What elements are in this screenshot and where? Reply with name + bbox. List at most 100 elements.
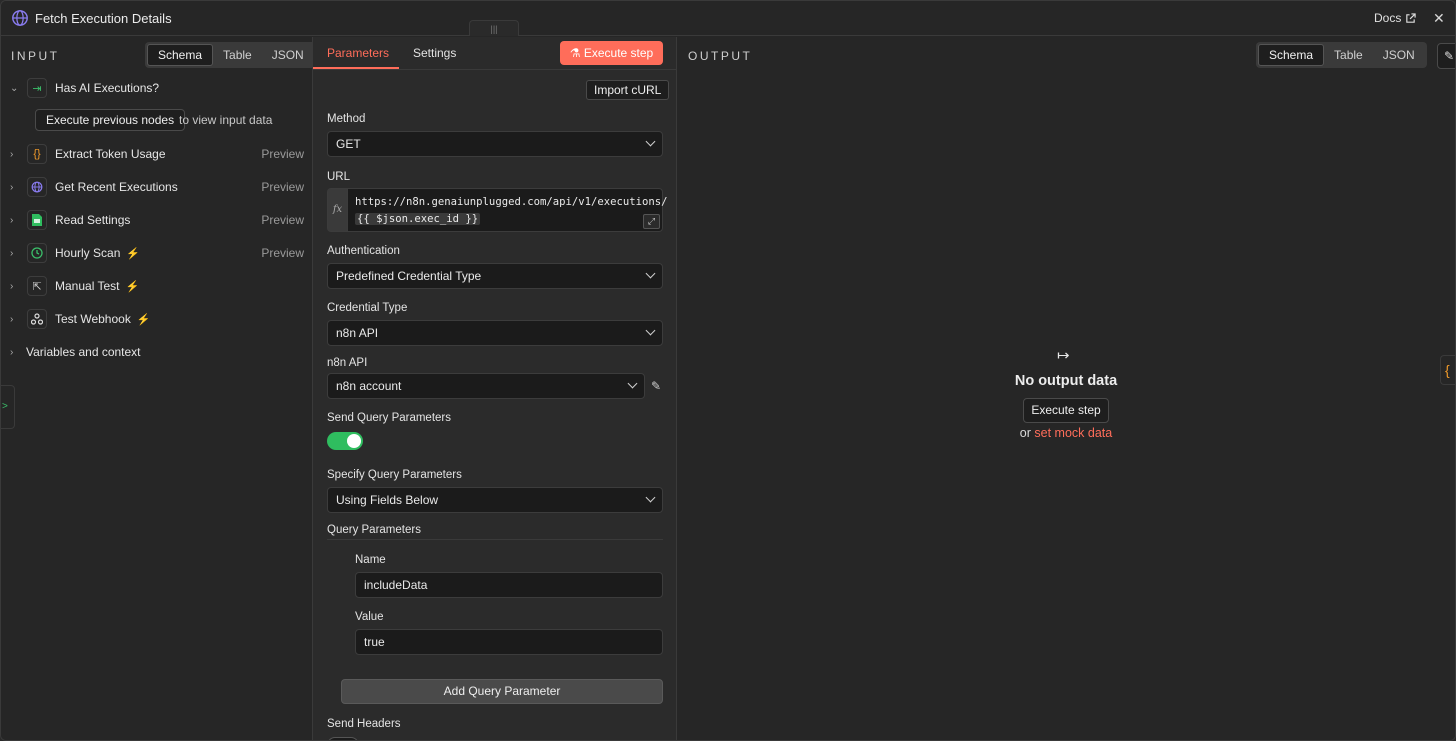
cursor-icon: ⇱: [27, 276, 47, 296]
chevron-right-icon[interactable]: ›: [10, 182, 13, 193]
query-name-label: Name: [355, 554, 386, 566]
flask-icon: ⚗: [569, 46, 581, 60]
or-label: or: [1019, 426, 1031, 440]
input-tab-table[interactable]: Table: [213, 44, 262, 66]
execute-step-label: Execute step: [583, 46, 654, 60]
specify-query-value: Using Fields Below: [336, 493, 439, 507]
chevron-down-icon: [645, 325, 656, 336]
node-name: Manual Test: [55, 279, 120, 293]
input-label: INPUT: [11, 49, 60, 63]
output-label: OUTPUT: [688, 49, 753, 63]
globe-icon: [12, 10, 28, 26]
arrow-right-to-line-icon: ↦: [1057, 347, 1070, 364]
node-label: Get Recent Executions: [55, 180, 178, 194]
output-panel: OUTPUT Schema Table JSON ✎ ↦ No output d…: [678, 37, 1455, 740]
credential-type-select[interactable]: n8n API: [327, 320, 663, 346]
chevron-down-icon: [645, 268, 656, 279]
authentication-value: Predefined Credential Type: [336, 269, 482, 283]
node-row-get-recent-executions[interactable]: › Get Recent Executions Preview: [1, 176, 312, 198]
tab-settings[interactable]: Settings: [413, 46, 456, 60]
mock-data-line: or set mock data: [678, 426, 1454, 440]
method-select[interactable]: GET: [327, 131, 663, 157]
node-label: Read Settings: [55, 213, 131, 227]
docs-link[interactable]: Docs: [1374, 11, 1417, 25]
input-tab-json[interactable]: JSON: [262, 44, 314, 66]
query-value-input[interactable]: true: [355, 629, 663, 655]
execute-previous-nodes-button[interactable]: Execute previous nodes: [35, 109, 186, 131]
code-braces-icon[interactable]: {: [1440, 355, 1455, 385]
output-tab-table[interactable]: Table: [1324, 44, 1373, 66]
n8n-api-value: n8n account: [336, 379, 402, 393]
clock-icon: [27, 243, 47, 263]
output-tab-schema[interactable]: Schema: [1258, 44, 1325, 66]
url-code: https://n8n.genaiunplugged.com/api/v1/ex…: [355, 194, 668, 228]
authentication-label: Authentication: [327, 245, 400, 257]
authentication-select[interactable]: Predefined Credential Type: [327, 263, 663, 289]
tabs-divider: [313, 69, 676, 70]
url-input[interactable]: fx https://n8n.genaiunplugged.com/api/v1…: [327, 188, 668, 232]
chevron-right-icon[interactable]: ›: [10, 314, 13, 325]
node-row-manual-test[interactable]: › ⇱ Manual Test ⚡: [1, 275, 312, 297]
input-panel: INPUT Schema Table JSON ⌄ ⇥ Has AI Execu…: [1, 37, 316, 740]
signpost-icon: ⇥: [27, 78, 47, 98]
ndv-window: Fetch Execution Details Docs ✕ ||| INPUT…: [0, 0, 1456, 741]
node-row-test-webhook[interactable]: › Test Webhook ⚡: [1, 308, 312, 330]
chevron-down-icon[interactable]: ⌄: [10, 83, 18, 94]
query-name-input[interactable]: includeData: [355, 572, 663, 598]
add-query-parameter-button[interactable]: Add Query Parameter: [341, 679, 663, 704]
expand-editor-icon[interactable]: ⤢: [643, 214, 660, 229]
n8n-api-credential-select[interactable]: n8n account: [327, 373, 645, 399]
chevron-right-icon[interactable]: ›: [10, 281, 13, 292]
edit-credential-icon[interactable]: ✎: [651, 379, 661, 393]
execute-previous-hint: to view input data: [179, 113, 273, 127]
preview-link[interactable]: Preview: [261, 147, 304, 161]
credential-type-label: Credential Type: [327, 302, 408, 314]
chevron-right-icon[interactable]: ›: [10, 215, 13, 226]
output-tab-json[interactable]: JSON: [1373, 44, 1425, 66]
preview-link[interactable]: Preview: [261, 246, 304, 260]
chevron-right-icon[interactable]: ›: [10, 149, 13, 160]
input-tab-schema[interactable]: Schema: [147, 44, 214, 66]
output-execute-step-button[interactable]: Execute step: [1023, 398, 1109, 423]
tab-parameters[interactable]: Parameters: [327, 46, 389, 60]
node-label: Manual Test ⚡: [55, 279, 139, 293]
send-headers-toggle[interactable]: [327, 737, 359, 740]
node-row-read-settings[interactable]: › Read Settings Preview: [1, 209, 312, 231]
node-row-extract-token-usage[interactable]: › {} Extract Token Usage Preview: [1, 143, 312, 165]
chevron-down-icon: [645, 136, 656, 147]
edit-output-icon[interactable]: ✎: [1437, 43, 1455, 69]
window-title: Fetch Execution Details: [35, 11, 172, 26]
specify-query-select[interactable]: Using Fields Below: [327, 487, 663, 513]
send-query-toggle[interactable]: [327, 432, 363, 450]
import-curl-button[interactable]: Import cURL: [586, 80, 670, 100]
chevron-right-icon[interactable]: ›: [10, 347, 13, 358]
input-view-switch: Schema Table JSON: [145, 42, 316, 68]
close-icon[interactable]: ✕: [1433, 10, 1445, 27]
query-parameters-title: Query Parameters: [327, 524, 421, 536]
trigger-bolt-icon: ⚡: [125, 281, 140, 293]
node-row-has-ai-executions[interactable]: ⌄ ⇥ Has AI Executions?: [1, 77, 312, 99]
execute-step-button[interactable]: ⚗ Execute step: [560, 41, 663, 65]
query-value-label: Value: [355, 611, 384, 623]
drag-handle[interactable]: |||: [469, 20, 519, 36]
url-expression: {{ $json.exec_id }}: [355, 213, 481, 225]
trigger-bolt-icon: ⚡: [126, 248, 141, 260]
url-text: https://n8n.genaiunplugged.com/api/v1/ex…: [355, 196, 668, 208]
parameters-panel: Parameters Settings ⚗ Execute step Impor…: [312, 37, 677, 740]
url-label: URL: [327, 171, 351, 183]
section-divider: [327, 539, 663, 540]
set-mock-data-link[interactable]: set mock data: [1034, 426, 1112, 440]
chevron-right-icon[interactable]: ›: [10, 248, 13, 259]
sheet-icon: [27, 210, 47, 230]
node-row-hourly-scan[interactable]: › Hourly Scan ⚡ Preview: [1, 242, 312, 264]
specify-query-label: Specify Query Parameters: [327, 469, 462, 481]
input-side-tab[interactable]: >: [1, 385, 15, 429]
node-name: Test Webhook: [55, 312, 131, 326]
preview-link[interactable]: Preview: [261, 180, 304, 194]
chevron-down-icon: [627, 378, 638, 389]
expression-fx-icon: fx: [328, 189, 348, 231]
variables-label: Variables and context: [26, 345, 141, 359]
preview-link[interactable]: Preview: [261, 213, 304, 227]
docs-label: Docs: [1374, 11, 1402, 25]
variables-context-row[interactable]: › Variables and context: [1, 341, 312, 363]
